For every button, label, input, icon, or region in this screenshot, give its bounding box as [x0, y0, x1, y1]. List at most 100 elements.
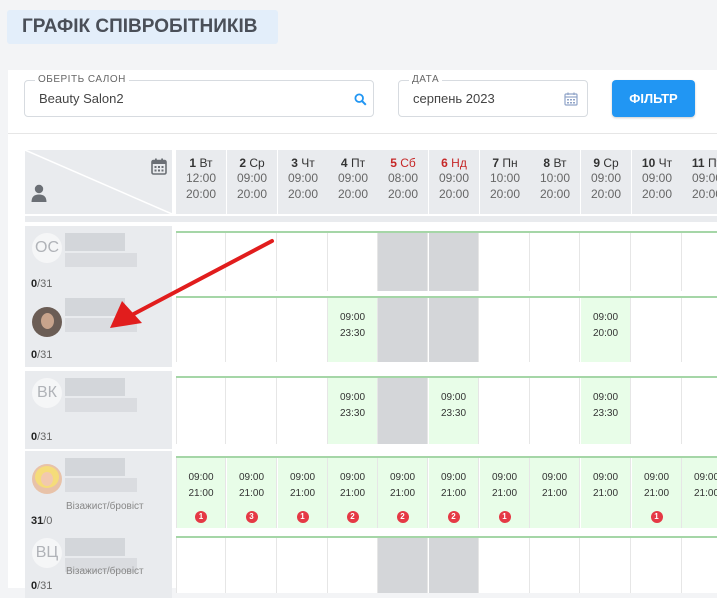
day-end: 20:00 [691, 187, 717, 201]
schedule-cell[interactable] [632, 378, 682, 444]
calendar-icon[interactable] [564, 92, 578, 106]
schedule-cell[interactable]: 09:00 21:00 [682, 458, 717, 528]
shift-start: 09:00 [592, 472, 619, 483]
day-start: 09:00 [337, 171, 369, 185]
schedule-cell[interactable] [632, 538, 682, 593]
shift-end: 23:30 [592, 408, 619, 419]
day-number: 7 [492, 156, 500, 170]
schedule-cell[interactable]: 09:00 21:00 1 [278, 458, 328, 528]
schedule-cell[interactable] [682, 298, 717, 362]
schedule-cell[interactable]: 09:00 23:30 [581, 378, 631, 444]
schedule-cell[interactable] [480, 378, 530, 444]
day-end: 20:00 [590, 187, 622, 201]
schedule-cell[interactable] [480, 298, 530, 362]
schedule-cell[interactable] [682, 538, 717, 593]
schedule-cell[interactable] [176, 538, 226, 593]
schedule-cell[interactable] [429, 298, 479, 362]
schedule-row: 09:00 23:30 09:00 23:30 09:00 23:30 [176, 376, 717, 444]
shift-end: 23:30 [339, 328, 366, 339]
schedule-cell[interactable]: 09:00 21:00 3 [227, 458, 277, 528]
shift-start: 09:00 [440, 472, 467, 483]
schedule-cell[interactable] [227, 538, 277, 593]
schedule-cell[interactable] [480, 538, 530, 593]
schedule-cell[interactable] [378, 298, 428, 362]
day-header: 5 Сб 08:00 20:00 [378, 150, 428, 214]
search-icon[interactable] [354, 93, 367, 106]
schedule-cell[interactable] [328, 233, 378, 291]
schedule-cell[interactable] [429, 538, 479, 593]
day-header: 1 Вт 12:00 20:00 [176, 150, 226, 214]
schedule-cell[interactable] [581, 538, 631, 593]
date-picker-value: серпень 2023 [413, 91, 495, 106]
schedule-cell[interactable] [632, 298, 682, 362]
appointment-count-badge: 2 [396, 511, 409, 523]
schedule-cell[interactable] [632, 233, 682, 291]
page-title-bar: ГРАФІК СПІВРОБІТНИКІВ [7, 10, 278, 44]
schedule-cell[interactable] [227, 378, 277, 444]
schedule-cell[interactable]: 09:00 21:00 1 [632, 458, 682, 528]
schedule-cell[interactable] [378, 538, 428, 593]
day-weekday: Вт [199, 156, 213, 170]
schedule-cell[interactable]: 09:00 21:00 [530, 458, 580, 528]
day-end: 20:00 [287, 187, 319, 201]
schedule-cell[interactable]: 09:00 20:00 [581, 298, 631, 362]
day-header: 2 Ср 09:00 20:00 [227, 150, 277, 214]
day-start: 09:00 [590, 171, 622, 185]
schedule-cell[interactable] [581, 233, 631, 291]
schedule-cell[interactable] [682, 233, 717, 291]
filter-button[interactable]: ФІЛЬТР [612, 80, 695, 117]
shift-start: 09:00 [339, 472, 366, 483]
employee-card[interactable]: ВК 0/31 [25, 371, 172, 449]
day-number: 9 [593, 156, 600, 170]
schedule-cell[interactable] [530, 298, 580, 362]
schedule-cell[interactable] [530, 378, 580, 444]
schedule-cell[interactable] [530, 233, 580, 291]
corner-diagonal [25, 150, 172, 214]
employee-count: 0/31 [31, 349, 53, 361]
shift-end: 21:00 [693, 488, 717, 499]
schedule-cell[interactable] [378, 378, 428, 444]
shift-start: 09:00 [440, 392, 467, 403]
schedule-cell[interactable] [480, 233, 530, 291]
date-picker[interactable]: ДАТА серпень 2023 [398, 74, 588, 117]
day-weekday: Пт [350, 156, 366, 170]
schedule-cell[interactable] [278, 538, 328, 593]
shift-start: 09:00 [339, 392, 366, 403]
day-end: 20:00 [387, 187, 419, 201]
day-weekday: Пн [502, 156, 518, 170]
schedule-cell[interactable] [278, 233, 328, 291]
schedule-cell[interactable]: 09:00 21:00 1 [176, 458, 226, 528]
day-number: 10 [641, 156, 656, 170]
day-end: 20:00 [489, 187, 521, 201]
day-number: 2 [239, 156, 246, 170]
shift-end: 21:00 [643, 488, 670, 499]
calendar-icon[interactable] [151, 158, 167, 175]
schedule-cell[interactable] [429, 233, 479, 291]
shift-start: 09:00 [541, 472, 568, 483]
day-end: 20:00 [438, 187, 470, 201]
schedule-cell[interactable]: 09:00 21:00 2 [378, 458, 428, 528]
schedule-cell[interactable]: 09:00 21:00 2 [429, 458, 479, 528]
schedule-cell[interactable] [530, 538, 580, 593]
schedule-cell[interactable]: 09:00 23:30 [328, 298, 378, 362]
schedule-cell[interactable] [278, 298, 328, 362]
schedule-cell[interactable] [328, 538, 378, 593]
employee-card[interactable]: Візажист/бровіст 31/0 [25, 451, 172, 533]
schedule-cell[interactable]: 09:00 21:00 2 [328, 458, 378, 528]
schedule-cell[interactable] [378, 233, 428, 291]
shift-end: 23:30 [440, 408, 467, 419]
schedule-cell[interactable]: 09:00 21:00 1 [480, 458, 530, 528]
schedule-cell[interactable] [682, 378, 717, 444]
schedule-cell[interactable]: 09:00 21:00 [581, 458, 631, 528]
schedule-cell[interactable]: 09:00 23:30 [328, 378, 378, 444]
schedule-cell[interactable]: 09:00 23:30 [429, 378, 479, 444]
schedule-row: 09:00 21:00 1 09:00 21:00 3 09:00 21:00 1 09:00 21… [176, 456, 717, 528]
day-start: 08:00 [387, 171, 419, 185]
shift-end: 21:00 [238, 488, 265, 499]
day-end: 20:00 [539, 187, 571, 201]
salon-select[interactable]: ОБЕРІТЬ САЛОН Beauty Salon2 [24, 74, 374, 117]
schedule-cell[interactable] [278, 378, 328, 444]
day-start: 09:00 [438, 171, 470, 185]
schedule-cell[interactable] [176, 378, 226, 444]
day-header: 3 Чт 09:00 20:00 [278, 150, 328, 214]
